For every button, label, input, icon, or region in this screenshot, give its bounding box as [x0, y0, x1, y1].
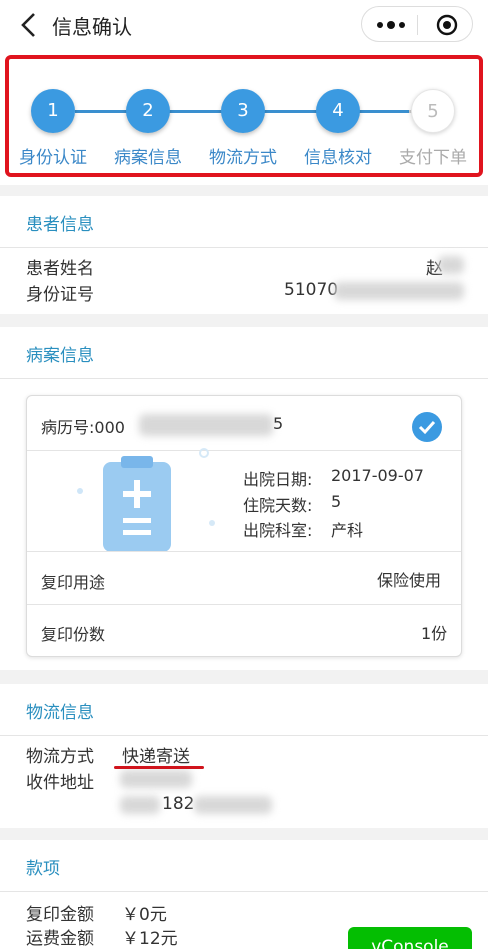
department-label: 出院科室: [243, 521, 313, 540]
title-bar: 信息确认 [0, 0, 488, 50]
page-title: 信息确认 [52, 15, 132, 39]
target-icon[interactable] [436, 14, 458, 36]
back-arrow-icon[interactable] [18, 11, 42, 39]
copy-purpose-value[interactable]: 保险使用 [377, 567, 441, 591]
copy-fee-value: ￥0元 [122, 905, 167, 925]
step-circle-5: 5 [411, 89, 455, 133]
patient-section-title: 患者信息 [26, 215, 94, 235]
medical-record-icon [103, 456, 171, 552]
copy-fee-label: 复印金额 [26, 905, 94, 925]
copy-count-value[interactable]: 1份 [421, 620, 447, 644]
redaction-blur [139, 414, 273, 436]
patient-name-label: 患者姓名 [26, 259, 94, 279]
card-divider [27, 450, 461, 451]
step-circle-3: 3 [221, 89, 265, 133]
checked-icon[interactable] [412, 412, 442, 442]
record-card[interactable]: 病历号:000 5 出院日期: 2017-09-07 住院天数: 5 出院科室:… [26, 395, 462, 657]
more-dots-icon[interactable] [376, 19, 406, 31]
department-value: 产科 [331, 521, 364, 540]
record-section-header: 病案信息 [0, 327, 488, 379]
card-divider [27, 604, 461, 605]
id-number-value: 51070 [284, 280, 339, 300]
redaction-blur [334, 282, 464, 300]
shipping-fee-value: ￥12元 [122, 929, 178, 949]
phone-partial: 182 [162, 794, 195, 814]
copy-purpose-label: 复印用途 [41, 573, 106, 592]
step-label-2: 病案信息 [114, 148, 182, 168]
step-label-3: 物流方式 [209, 148, 277, 168]
progress-steps: 1 身份认证 2 病案信息 3 物流方式 4 信息核对 5 支付下单 [0, 50, 488, 185]
redaction-blur [194, 796, 272, 814]
patient-section: 患者姓名 赵 身份证号 51070 [0, 248, 488, 314]
logistics-section: 物流方式 快递寄送 收件地址 182 [0, 736, 488, 828]
mini-program-capsule [361, 6, 473, 42]
record-number-prefix: 病历号:000 [41, 418, 125, 437]
highlight-box: 1 身份认证 2 病案信息 3 物流方式 4 信息核对 5 支付下单 [5, 55, 483, 177]
redaction-blur [120, 796, 160, 814]
logistics-section-header: 物流信息 [0, 684, 488, 736]
shipping-fee-label: 运费金额 [26, 929, 94, 949]
step-circle-2: 2 [126, 89, 170, 133]
vconsole-button[interactable]: vConsole [348, 927, 472, 949]
logistics-method-value: 快递寄送 [122, 747, 190, 767]
decor-dot [209, 520, 215, 526]
payment-section-header: 款项 [0, 840, 488, 892]
record-section-title: 病案信息 [26, 346, 94, 366]
stay-days-value: 5 [331, 492, 342, 511]
step-circle-4: 4 [316, 89, 360, 133]
redaction-blur [438, 256, 464, 274]
step-label-5: 支付下单 [399, 148, 467, 168]
payment-section-title: 款项 [26, 859, 60, 879]
stay-days-label: 住院天数: [243, 496, 313, 515]
card-divider [27, 551, 461, 552]
discharge-date-label: 出院日期: [243, 470, 313, 489]
address-label: 收件地址 [26, 773, 94, 793]
patient-section-header: 患者信息 [0, 196, 488, 248]
decor-dot [77, 488, 83, 494]
step-label-1: 身份认证 [19, 148, 87, 168]
id-number-label: 身份证号 [26, 285, 94, 305]
redaction-blur [120, 770, 192, 788]
step-label-4: 信息核对 [304, 148, 372, 168]
logistics-section-title: 物流信息 [26, 703, 94, 723]
discharge-date-value: 2017-09-07 [331, 466, 424, 485]
record-number-suffix: 5 [273, 414, 284, 433]
decor-ring [199, 448, 209, 458]
logistics-method-label: 物流方式 [26, 747, 94, 767]
copy-count-label: 复印份数 [41, 625, 106, 644]
capsule-divider [417, 15, 418, 35]
red-underline-annotation [114, 766, 204, 769]
step-circle-1: 1 [31, 89, 75, 133]
